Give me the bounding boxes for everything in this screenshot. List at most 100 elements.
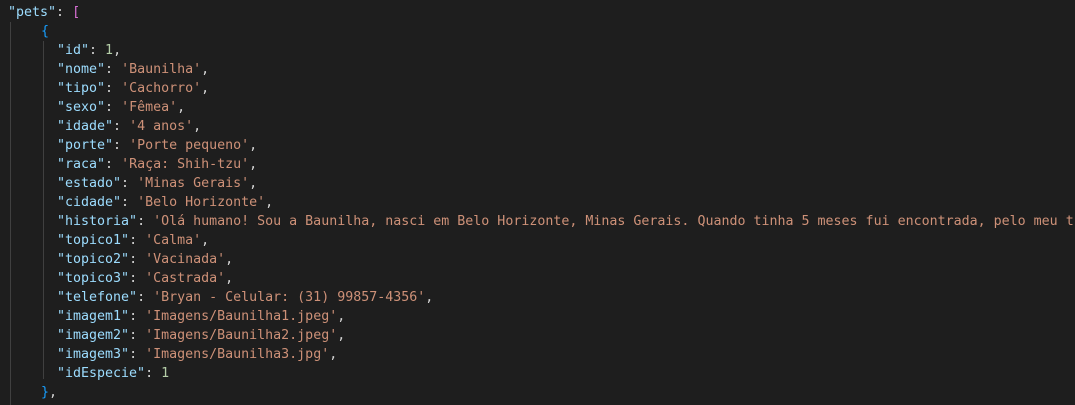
property-key: "cidade" bbox=[57, 195, 122, 210]
property-key: "imagem3" bbox=[57, 347, 130, 362]
code-line-root: "pets": [ bbox=[8, 3, 80, 22]
comma: , bbox=[265, 195, 274, 210]
code-line-object-open: { bbox=[41, 22, 49, 41]
property-key: "idade" bbox=[57, 119, 114, 134]
colon: : bbox=[105, 100, 122, 115]
property-value: 'Cachorro' bbox=[121, 81, 202, 96]
property-value: 'Vacinada' bbox=[145, 252, 226, 267]
comma: , bbox=[225, 252, 234, 267]
property-value: 'Castrada' bbox=[145, 271, 226, 286]
property-key: "raca" bbox=[57, 157, 106, 172]
property-key: "topico2" bbox=[57, 252, 130, 267]
property-value: 'Porte pequeno' bbox=[129, 138, 250, 153]
property-key: "porte" bbox=[57, 138, 114, 153]
code-editor[interactable]: "pets": [ { "id": 1, "nome": 'Baunilha', "… bbox=[0, 0, 1075, 405]
property-key: "tipo" bbox=[57, 81, 106, 96]
comma: , bbox=[201, 81, 210, 96]
property-key: "nome" bbox=[57, 62, 106, 77]
comma: , bbox=[113, 43, 122, 58]
property-key: "estado" bbox=[57, 176, 122, 191]
property-value: 'Imagens/Baunilha1.jpeg' bbox=[145, 309, 338, 324]
colon: : bbox=[121, 176, 138, 191]
object-close-brace: } bbox=[41, 385, 50, 400]
property-key: "sexo" bbox=[57, 100, 106, 115]
code-line: "topico1": 'Calma', bbox=[57, 231, 209, 250]
property-value: 1 bbox=[105, 43, 114, 58]
comma: , bbox=[425, 290, 434, 305]
code-line: "imagem1": 'Imagens/Baunilha1.jpeg', bbox=[57, 307, 345, 326]
colon: : bbox=[137, 214, 154, 229]
code-line: "estado": 'Minas Gerais', bbox=[57, 174, 257, 193]
code-line: "cidade": 'Belo Horizonte', bbox=[57, 193, 273, 212]
colon: : bbox=[89, 43, 106, 58]
comma: , bbox=[225, 271, 234, 286]
code-line: "imagem2": 'Imagens/Baunilha2.jpeg', bbox=[57, 326, 345, 345]
code-line: "porte": 'Porte pequeno', bbox=[57, 136, 257, 155]
property-value: 'Minas Gerais' bbox=[137, 176, 250, 191]
colon: : bbox=[105, 62, 122, 77]
code-line: "nome": 'Baunilha', bbox=[57, 60, 209, 79]
code-line: "telefone": 'Bryan - Celular: (31) 99857… bbox=[57, 288, 433, 307]
property-key: "imagem1" bbox=[57, 309, 130, 324]
code-line: "tipo": 'Cachorro', bbox=[57, 79, 209, 98]
property-key: "topico3" bbox=[57, 271, 130, 286]
property-value: '4 anos' bbox=[129, 119, 194, 134]
colon: : bbox=[105, 81, 122, 96]
property-key: "topico1" bbox=[57, 233, 130, 248]
code-line: "idEspecie": 1 bbox=[57, 364, 169, 383]
property-value: 'Imagens/Baunilha3.jpg' bbox=[145, 347, 330, 362]
comma: , bbox=[249, 176, 258, 191]
colon: : bbox=[145, 366, 162, 381]
property-key: "imagem2" bbox=[57, 328, 130, 343]
colon: : bbox=[129, 271, 146, 286]
property-value: 'Fêmea' bbox=[121, 100, 178, 115]
property-key: "idEspecie" bbox=[57, 366, 146, 381]
comma: , bbox=[249, 157, 258, 172]
property-key: "telefone" bbox=[57, 290, 138, 305]
code-line: "imagem3": 'Imagens/Baunilha3.jpg', bbox=[57, 345, 337, 364]
comma: , bbox=[201, 62, 210, 77]
code-line: "historia": 'Olá humano! Sou a Baunilha,… bbox=[57, 212, 1075, 231]
colon: : bbox=[129, 328, 146, 343]
colon: : bbox=[129, 233, 146, 248]
code-line: "topico3": 'Castrada', bbox=[57, 269, 233, 288]
root-key: "pets" bbox=[8, 5, 57, 20]
property-value: 'Imagens/Baunilha2.jpeg' bbox=[145, 328, 338, 343]
code-line-object-close: }, bbox=[41, 383, 57, 402]
comma: , bbox=[337, 309, 346, 324]
comma: , bbox=[177, 100, 186, 115]
colon: : bbox=[105, 157, 122, 172]
comma: , bbox=[329, 347, 338, 362]
property-key: "id" bbox=[57, 43, 90, 58]
property-value: 'Belo Horizonte' bbox=[137, 195, 266, 210]
property-value: 'Baunilha' bbox=[121, 62, 202, 77]
colon: : bbox=[137, 290, 154, 305]
comma: , bbox=[193, 119, 202, 134]
code-line: "id": 1, bbox=[57, 41, 121, 60]
colon: : bbox=[56, 5, 73, 20]
code-line: "sexo": 'Fêmea', bbox=[57, 98, 185, 117]
property-value: 1 bbox=[161, 366, 170, 381]
indent-guide bbox=[43, 41, 44, 379]
colon: : bbox=[129, 252, 146, 267]
comma: , bbox=[201, 233, 210, 248]
property-value: 'Bryan - Celular: (31) 99857-4356' bbox=[153, 290, 426, 305]
indent-guide bbox=[10, 22, 11, 405]
colon: : bbox=[129, 347, 146, 362]
property-value: 'Raça: Shih-tzu' bbox=[121, 157, 250, 172]
colon: : bbox=[113, 138, 130, 153]
property-value: 'Olá humano! Sou a Baunilha, nasci em Be… bbox=[153, 214, 1075, 229]
comma: , bbox=[249, 138, 258, 153]
code-line: "topico2": 'Vacinada', bbox=[57, 250, 233, 269]
comma: , bbox=[337, 328, 346, 343]
property-key: "historia" bbox=[57, 214, 138, 229]
colon: : bbox=[121, 195, 138, 210]
colon: : bbox=[129, 309, 146, 324]
root-open-bracket: [ bbox=[72, 5, 81, 20]
colon: : bbox=[113, 119, 130, 134]
object-open-brace: { bbox=[41, 24, 50, 39]
code-line: "raca": 'Raça: Shih-tzu', bbox=[57, 155, 257, 174]
comma: , bbox=[49, 385, 58, 400]
code-line: "idade": '4 anos', bbox=[57, 117, 201, 136]
property-value: 'Calma' bbox=[145, 233, 202, 248]
